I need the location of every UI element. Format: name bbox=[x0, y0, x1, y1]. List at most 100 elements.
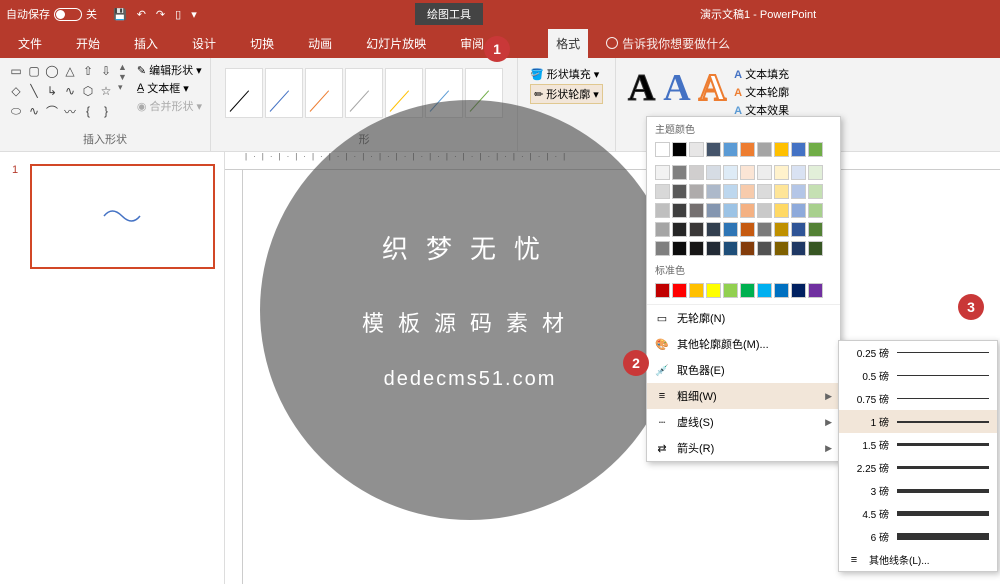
color-swatch[interactable] bbox=[672, 222, 687, 237]
color-swatch[interactable] bbox=[723, 165, 738, 180]
color-swatch[interactable] bbox=[706, 203, 721, 218]
more-colors-item[interactable]: 🎨其他轮廓颜色(M)... bbox=[647, 331, 840, 357]
color-swatch[interactable] bbox=[808, 222, 823, 237]
autosave-toggle[interactable]: 自动保存 关 bbox=[0, 6, 103, 22]
color-swatch[interactable] bbox=[808, 241, 823, 256]
text-outline-button[interactable]: A 文本轮廓 bbox=[734, 84, 789, 100]
slide-thumbnail-1[interactable] bbox=[30, 164, 215, 269]
color-swatch[interactable] bbox=[808, 203, 823, 218]
color-swatch[interactable] bbox=[706, 222, 721, 237]
color-swatch[interactable] bbox=[672, 142, 687, 157]
text-box-button[interactable]: A̲文本框 ▾ bbox=[137, 80, 202, 96]
color-swatch[interactable] bbox=[808, 165, 823, 180]
color-swatch[interactable] bbox=[774, 222, 789, 237]
color-swatch[interactable] bbox=[672, 241, 687, 256]
color-swatch[interactable] bbox=[689, 165, 704, 180]
eyedropper-item[interactable]: 💉取色器(E) bbox=[647, 357, 840, 383]
color-swatch[interactable] bbox=[655, 142, 670, 157]
color-swatch[interactable] bbox=[672, 283, 687, 298]
weight-option[interactable]: 4.5 磅 bbox=[839, 502, 997, 525]
color-swatch[interactable] bbox=[791, 142, 806, 157]
weight-option[interactable]: 1.5 磅 bbox=[839, 433, 997, 456]
tab-insert[interactable]: 插入 bbox=[126, 29, 166, 58]
tell-me[interactable]: 告诉我你想要做什么 bbox=[606, 35, 730, 52]
color-swatch[interactable] bbox=[655, 165, 670, 180]
color-swatch[interactable] bbox=[672, 203, 687, 218]
color-swatch[interactable] bbox=[723, 184, 738, 199]
theme-shade-row[interactable] bbox=[647, 201, 840, 220]
color-swatch[interactable] bbox=[774, 165, 789, 180]
weight-option[interactable]: 3 磅 bbox=[839, 479, 997, 502]
tab-home[interactable]: 开始 bbox=[68, 29, 108, 58]
color-swatch[interactable] bbox=[774, 142, 789, 157]
color-swatch[interactable] bbox=[740, 184, 755, 199]
color-swatch[interactable] bbox=[689, 184, 704, 199]
no-outline-item[interactable]: ▭无轮廓(N) bbox=[647, 305, 840, 331]
color-swatch[interactable] bbox=[757, 142, 772, 157]
color-swatch[interactable] bbox=[655, 184, 670, 199]
shapes-gallery[interactable]: ▭▢◯△⇧⇩ ◇╲↳∿⬡☆ ⬭∿⌒〰{} bbox=[8, 62, 114, 120]
color-swatch[interactable] bbox=[723, 222, 738, 237]
text-fill-button[interactable]: A 文本填充 bbox=[734, 66, 789, 82]
color-swatch[interactable] bbox=[757, 241, 772, 256]
shape-fill-button[interactable]: 🪣形状填充 ▾ bbox=[530, 66, 603, 82]
color-swatch[interactable] bbox=[774, 184, 789, 199]
color-swatch[interactable] bbox=[706, 142, 721, 157]
color-swatch[interactable] bbox=[774, 241, 789, 256]
color-swatch[interactable] bbox=[808, 283, 823, 298]
tab-file[interactable]: 文件 bbox=[10, 29, 50, 58]
color-swatch[interactable] bbox=[757, 283, 772, 298]
color-swatch[interactable] bbox=[740, 203, 755, 218]
edit-shape-button[interactable]: ✎编辑形状 ▾ bbox=[137, 62, 202, 78]
color-swatch[interactable] bbox=[740, 222, 755, 237]
weight-option[interactable]: 1 磅 bbox=[839, 410, 997, 433]
color-swatch[interactable] bbox=[774, 203, 789, 218]
tab-transitions[interactable]: 切换 bbox=[242, 29, 282, 58]
color-swatch[interactable] bbox=[655, 222, 670, 237]
weight-option[interactable]: 0.75 磅 bbox=[839, 387, 997, 410]
tab-design[interactable]: 设计 bbox=[184, 29, 224, 58]
color-swatch[interactable] bbox=[672, 184, 687, 199]
color-swatch[interactable] bbox=[740, 241, 755, 256]
color-swatch[interactable] bbox=[706, 241, 721, 256]
dashes-item[interactable]: ┄虚线(S)▶ bbox=[647, 409, 840, 435]
tab-format[interactable]: 格式 bbox=[548, 29, 588, 58]
arrows-item[interactable]: ⇄箭头(R)▶ bbox=[647, 435, 840, 461]
color-swatch[interactable] bbox=[706, 184, 721, 199]
undo-icon[interactable]: ↶ bbox=[137, 8, 146, 21]
color-swatch[interactable] bbox=[689, 142, 704, 157]
start-from-beginning-icon[interactable]: ▯ bbox=[175, 8, 181, 21]
color-swatch[interactable] bbox=[757, 165, 772, 180]
color-swatch[interactable] bbox=[706, 165, 721, 180]
color-swatch[interactable] bbox=[689, 222, 704, 237]
color-swatch[interactable] bbox=[689, 283, 704, 298]
wordart-style-1[interactable]: A bbox=[628, 66, 655, 110]
theme-shade-row[interactable] bbox=[647, 182, 840, 201]
color-swatch[interactable] bbox=[689, 203, 704, 218]
theme-shade-row[interactable] bbox=[647, 239, 840, 258]
save-icon[interactable]: 💾 bbox=[113, 8, 127, 21]
color-swatch[interactable] bbox=[706, 283, 721, 298]
qat-dropdown-icon[interactable]: ▾ bbox=[191, 8, 197, 21]
color-swatch[interactable] bbox=[757, 184, 772, 199]
color-swatch[interactable] bbox=[740, 165, 755, 180]
weight-option[interactable]: 2.25 磅 bbox=[839, 456, 997, 479]
theme-color-row[interactable] bbox=[647, 140, 840, 159]
color-swatch[interactable] bbox=[791, 184, 806, 199]
more-lines-item[interactable]: ≡其他线条(L)... bbox=[839, 548, 997, 571]
weight-option[interactable]: 0.25 磅 bbox=[839, 341, 997, 364]
shape-style-gallery[interactable] bbox=[219, 62, 509, 124]
color-swatch[interactable] bbox=[689, 241, 704, 256]
color-swatch[interactable] bbox=[757, 222, 772, 237]
color-swatch[interactable] bbox=[723, 241, 738, 256]
wordart-style-3[interactable]: A bbox=[699, 66, 726, 110]
color-swatch[interactable] bbox=[672, 165, 687, 180]
theme-shade-row[interactable] bbox=[647, 220, 840, 239]
color-swatch[interactable] bbox=[774, 283, 789, 298]
weight-item[interactable]: ≡粗细(W)▶ bbox=[647, 383, 840, 409]
color-swatch[interactable] bbox=[791, 241, 806, 256]
wordart-style-2[interactable]: A bbox=[663, 66, 690, 110]
tab-animations[interactable]: 动画 bbox=[300, 29, 340, 58]
merge-shapes-button[interactable]: ◉合并形状 ▾ bbox=[137, 98, 202, 114]
color-swatch[interactable] bbox=[791, 203, 806, 218]
